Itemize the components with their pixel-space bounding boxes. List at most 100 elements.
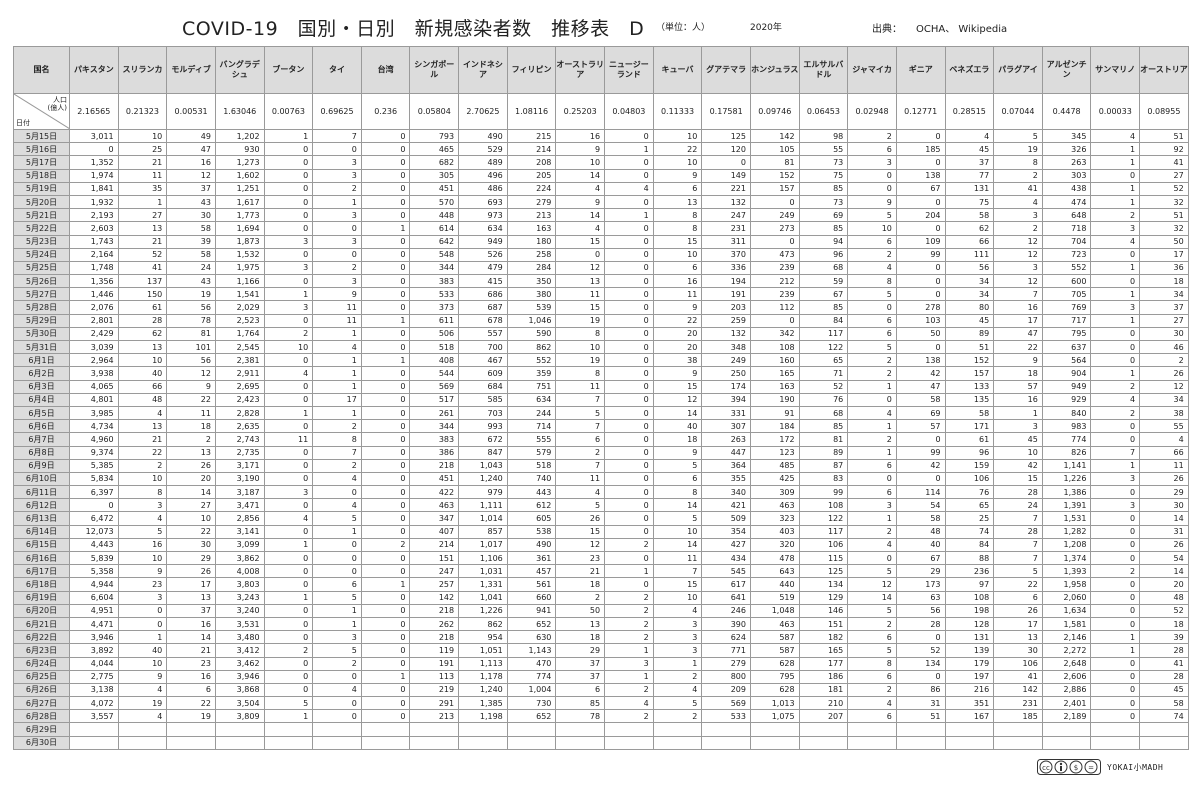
- case-count-cell: 0: [847, 300, 897, 315]
- case-count-cell: 210: [798, 696, 849, 711]
- case-count-cell: 1,143: [506, 643, 557, 658]
- case-count-cell: 117: [798, 326, 849, 342]
- case-count-cell: 617: [701, 577, 751, 592]
- case-count-cell: 0: [263, 498, 314, 513]
- case-count-cell: 0: [895, 194, 946, 210]
- case-count-cell: 467: [458, 353, 508, 368]
- case-count-cell: 9: [117, 669, 168, 684]
- footer-logos: cc $ = YOKAI小MADH: [1037, 758, 1187, 776]
- case-count-cell: 1,873: [214, 234, 265, 249]
- case-count-cell: 2,743: [214, 432, 265, 447]
- case-count-cell: 5: [993, 128, 1043, 144]
- case-count-cell: 0: [895, 128, 946, 144]
- case-count-cell: 1,208: [1041, 537, 1092, 553]
- case-count-cell: 1,532: [214, 247, 265, 262]
- case-count-cell: 0: [263, 550, 314, 566]
- case-count-cell: 56: [166, 300, 216, 315]
- case-count-cell: 3,141: [214, 524, 265, 539]
- case-count-cell: 612: [506, 498, 557, 513]
- case-count-cell: 6: [555, 432, 606, 447]
- case-count-cell: 9: [652, 366, 703, 381]
- case-count-cell: 2: [993, 221, 1043, 236]
- table-row: 6月25日 2,775 9 16 3,946 0 0 1 113 1,178 774 37 1 2 800 7…: [13, 669, 1189, 684]
- case-count-cell: 0: [263, 155, 314, 170]
- case-count-cell: 4,065: [69, 379, 119, 394]
- case-count-cell: 5: [263, 696, 314, 711]
- case-count-cell: 236: [944, 564, 995, 579]
- case-count-cell: 239: [749, 260, 800, 276]
- case-count-cell: 1: [847, 511, 897, 526]
- case-count-cell: 106: [798, 537, 849, 553]
- case-count-cell: 279: [506, 194, 557, 210]
- case-count-cell: 474: [1041, 194, 1092, 210]
- case-count-cell: 3: [652, 643, 703, 658]
- case-count-cell: 203: [701, 300, 751, 315]
- case-count-cell: 614: [409, 221, 460, 236]
- case-count-cell: 273: [749, 221, 800, 236]
- case-count-cell: 862: [458, 616, 508, 632]
- case-count-cell: 930: [214, 142, 265, 157]
- case-count-cell: 5,358: [69, 564, 119, 579]
- case-count-cell: 138: [895, 353, 946, 368]
- case-count-cell: 0: [1090, 247, 1141, 262]
- case-count-cell: 10: [652, 155, 703, 170]
- case-count-cell: 11: [555, 379, 606, 394]
- case-count-cell: 3: [263, 234, 314, 249]
- case-count-cell: 0: [604, 128, 654, 144]
- population-value: 0.09746: [749, 93, 800, 130]
- svg-text:$: $: [1074, 764, 1078, 772]
- case-count-cell: 30: [993, 643, 1043, 658]
- case-count-cell: 261: [409, 405, 460, 421]
- case-count-cell: 1: [1090, 630, 1141, 645]
- case-count-cell: 12: [993, 247, 1043, 262]
- case-count-cell: 10: [166, 511, 216, 526]
- case-count-cell: 0: [1090, 696, 1141, 711]
- country-header: パラグアイ: [993, 46, 1043, 94]
- table-row: 6月17日 5,358 9 26 4,008 0 0 0 247 1,031 457 21 1 7 545 6…: [13, 564, 1189, 579]
- case-count-cell: 3,138: [69, 682, 119, 698]
- case-count-cell: 10: [117, 550, 168, 566]
- case-count-cell: 518: [506, 458, 557, 473]
- case-count-cell: 14: [1139, 511, 1189, 526]
- case-count-cell: 9,374: [69, 445, 119, 460]
- case-count-cell: 0: [604, 300, 654, 315]
- case-count-cell: 1,634: [1041, 603, 1092, 618]
- case-count-cell: 3,946: [69, 630, 119, 645]
- table-row: 6月30日: [13, 735, 1189, 750]
- country-header: モルディブ: [166, 46, 216, 94]
- case-count-cell: 0: [604, 260, 654, 276]
- case-count-cell: 19: [555, 313, 606, 328]
- case-count-cell: 340: [701, 485, 751, 500]
- case-count-cell: 0: [360, 194, 411, 210]
- case-count-cell: 28: [993, 485, 1043, 500]
- case-count-cell: 769: [1041, 300, 1092, 315]
- case-count-cell: 1: [312, 326, 362, 342]
- case-count-cell: [555, 735, 606, 750]
- case-count-cell: 27: [1139, 168, 1189, 183]
- date-cell: 6月22日: [13, 630, 70, 645]
- case-count-cell: 106: [944, 471, 995, 487]
- case-count-cell: 1: [263, 709, 314, 724]
- case-count-cell: 0: [263, 419, 314, 434]
- case-count-cell: 383: [409, 274, 460, 289]
- table-row: 6月13日 6,472 4 10 2,856 4 5 0 347 1,014 605 26 0 5 509 3…: [13, 511, 1189, 526]
- case-count-cell: 0: [604, 339, 654, 355]
- case-count-cell: 3: [993, 419, 1043, 434]
- case-count-cell: 0: [895, 221, 946, 236]
- case-count-cell: 12: [166, 366, 216, 381]
- case-count-cell: 63: [895, 590, 946, 605]
- case-count-cell: 0: [360, 274, 411, 289]
- case-count-cell: 579: [506, 445, 557, 460]
- case-count-cell: 10: [652, 590, 703, 605]
- case-count-cell: 6: [993, 590, 1043, 605]
- case-count-cell: 263: [701, 432, 751, 447]
- case-count-cell: 262: [409, 616, 460, 632]
- cc-license-icon: cc $ =: [1037, 759, 1101, 775]
- table-row: 6月4日 4,801 48 22 2,423 0 17 0 517 585 634 7 0 12 394 19…: [13, 392, 1189, 407]
- case-count-cell: 1: [1090, 643, 1141, 658]
- date-cell: 6月16日: [13, 550, 70, 566]
- case-count-cell: 1,932: [69, 194, 119, 210]
- case-count-cell: 18: [1139, 274, 1189, 289]
- date-cell: 5月18日: [13, 168, 70, 183]
- case-count-cell: 0: [360, 471, 411, 487]
